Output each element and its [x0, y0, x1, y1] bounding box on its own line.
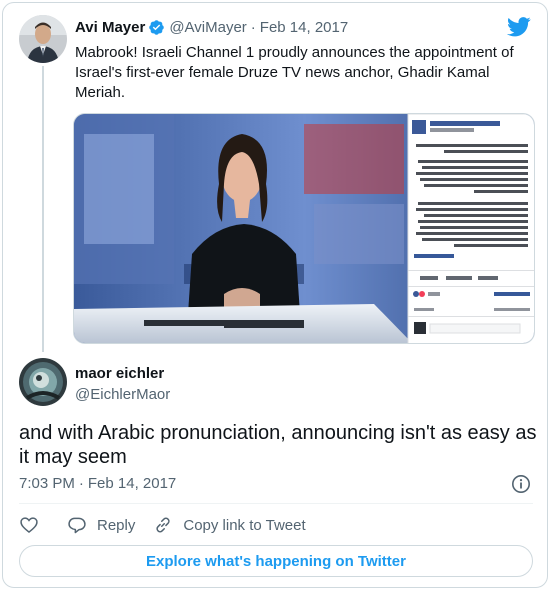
tweet-timestamp[interactable]: 7:03 PM · Feb 14, 2017: [19, 475, 176, 492]
tweet-media-image[interactable]: [73, 113, 535, 344]
reply-button[interactable]: Reply: [67, 515, 135, 535]
separator-dot: ·: [78, 475, 84, 492]
info-icon[interactable]: [511, 474, 531, 494]
tweet-time[interactable]: 7:03 PM: [19, 475, 75, 492]
author-name[interactable]: Avi Mayer: [75, 19, 145, 36]
author-handle[interactable]: @AviMayer: [169, 19, 246, 36]
reply-label: Reply: [97, 516, 136, 534]
reply-author-name[interactable]: maor eichler: [75, 365, 164, 382]
heart-icon: [20, 517, 38, 534]
tweet-date[interactable]: Feb 14, 2017: [88, 475, 176, 492]
thread-connector-line: [42, 66, 44, 352]
explore-twitter-button[interactable]: Explore what's happening on Twitter: [19, 545, 533, 577]
copy-link-label: Copy link to Tweet: [183, 516, 306, 534]
divider: [19, 503, 533, 504]
embedded-tweet-card: Avi Mayer @AviMayer · Feb 14, 2017 Mabro…: [2, 2, 548, 588]
reply-author-handle[interactable]: @EichlerMaor: [75, 386, 170, 403]
tweet1-date[interactable]: Feb 14, 2017: [260, 19, 348, 36]
tweet2-text: and with Arabic pronunciation, announcin…: [19, 422, 537, 468]
tweet1-text: Mabrook! Israeli Channel 1 proudly annou…: [75, 44, 514, 101]
avatar-maor-eichler[interactable]: [19, 358, 67, 406]
like-button[interactable]: [19, 515, 49, 535]
twitter-bird-icon[interactable]: [507, 17, 531, 37]
tweet-actions: Reply Copy link to Tweet: [19, 513, 324, 537]
separator-dot: ·: [250, 19, 256, 36]
copy-link-button[interactable]: Copy link to Tweet: [153, 515, 306, 535]
avatar-avi-mayer[interactable]: [19, 15, 67, 63]
link-icon: [156, 517, 170, 533]
verified-badge-icon: [149, 20, 165, 35]
reply-icon: [68, 517, 86, 534]
tweet1-header: Avi Mayer @AviMayer · Feb 14, 2017: [75, 19, 348, 36]
